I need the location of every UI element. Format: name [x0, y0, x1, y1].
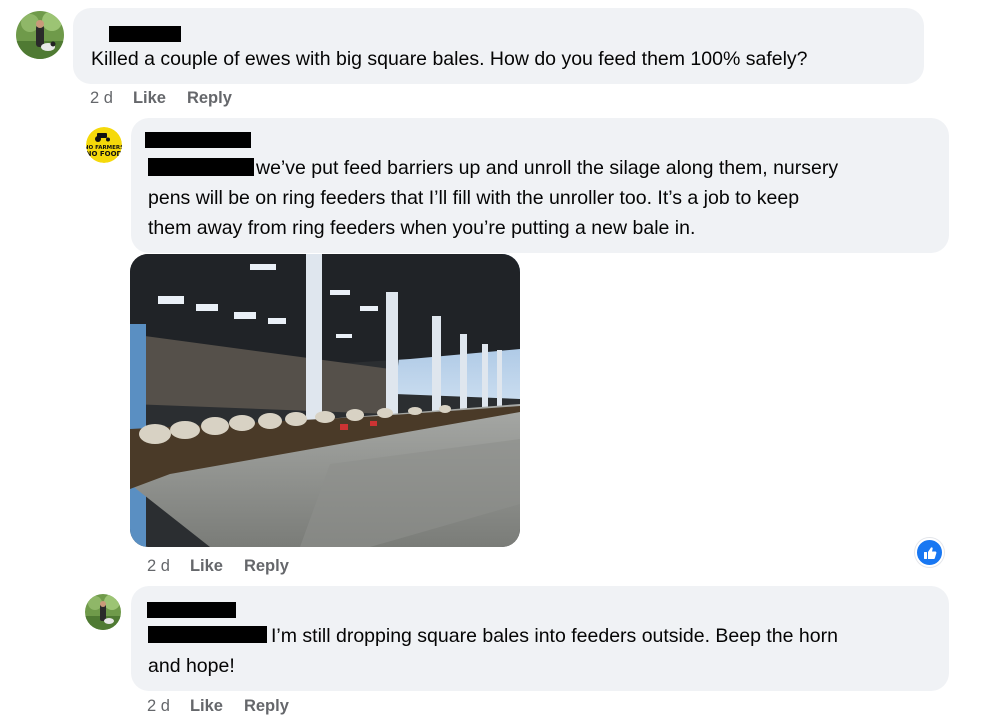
commenter-avatar[interactable] — [16, 11, 64, 59]
comment-timestamp[interactable]: 2 d — [147, 557, 170, 576]
comment-text-line-2: pens will be on ring feeders that I’ll f… — [148, 187, 800, 209]
like-button[interactable]: Like — [190, 697, 223, 716]
reply-button[interactable]: Reply — [187, 89, 232, 108]
comment-text: Killed a couple of ewes with big square … — [91, 48, 808, 70]
avatar-photo — [16, 11, 64, 59]
commenter-avatar[interactable] — [85, 594, 121, 630]
comment-bubble: Killed a couple of ewes with big square … — [73, 8, 924, 84]
comment-photo-sheep-shed[interactable] — [130, 254, 520, 547]
commenter-avatar[interactable]: NO FARMERS NO FOOD — [86, 127, 122, 163]
reply-button[interactable]: Reply — [244, 697, 289, 716]
comment-actions: 2 d Like Reply — [147, 557, 310, 576]
comment-text-line-2: and hope! — [148, 655, 235, 677]
shed-image — [130, 254, 520, 547]
comment-timestamp[interactable]: 2 d — [90, 89, 113, 108]
like-button[interactable]: Like — [190, 557, 223, 576]
reply-button[interactable]: Reply — [244, 557, 289, 576]
thumbs-up-icon[interactable] — [915, 538, 944, 567]
comment-timestamp[interactable]: 2 d — [147, 697, 170, 716]
no-farmers-no-food-logo: NO FARMERS NO FOOD — [86, 127, 122, 163]
badge-text-line-2: NO FOOD — [86, 150, 122, 158]
thumbs-up-glyph — [923, 546, 936, 559]
author-name-redacted[interactable] — [109, 26, 181, 42]
author-name-redacted[interactable] — [147, 602, 236, 618]
avatar-photo — [85, 594, 121, 630]
comment-text-line-1: we’ve put feed barriers up and unroll th… — [256, 157, 839, 179]
comment-actions: 2 d Like Reply — [147, 697, 310, 716]
comment-bubble: I’m still dropping square bales into fee… — [131, 586, 949, 691]
comment-actions: 2 d Like Reply — [90, 89, 253, 108]
comment-text-line-3: them away from ring feeders when you’re … — [148, 217, 696, 239]
like-button[interactable]: Like — [133, 89, 166, 108]
mention-redacted[interactable] — [148, 626, 267, 643]
comment-text-line-1: I’m still dropping square bales into fee… — [271, 625, 838, 647]
mention-redacted[interactable] — [148, 158, 254, 176]
author-name-redacted[interactable] — [145, 132, 251, 148]
comment-bubble: we’ve put feed barriers up and unroll th… — [131, 118, 949, 253]
